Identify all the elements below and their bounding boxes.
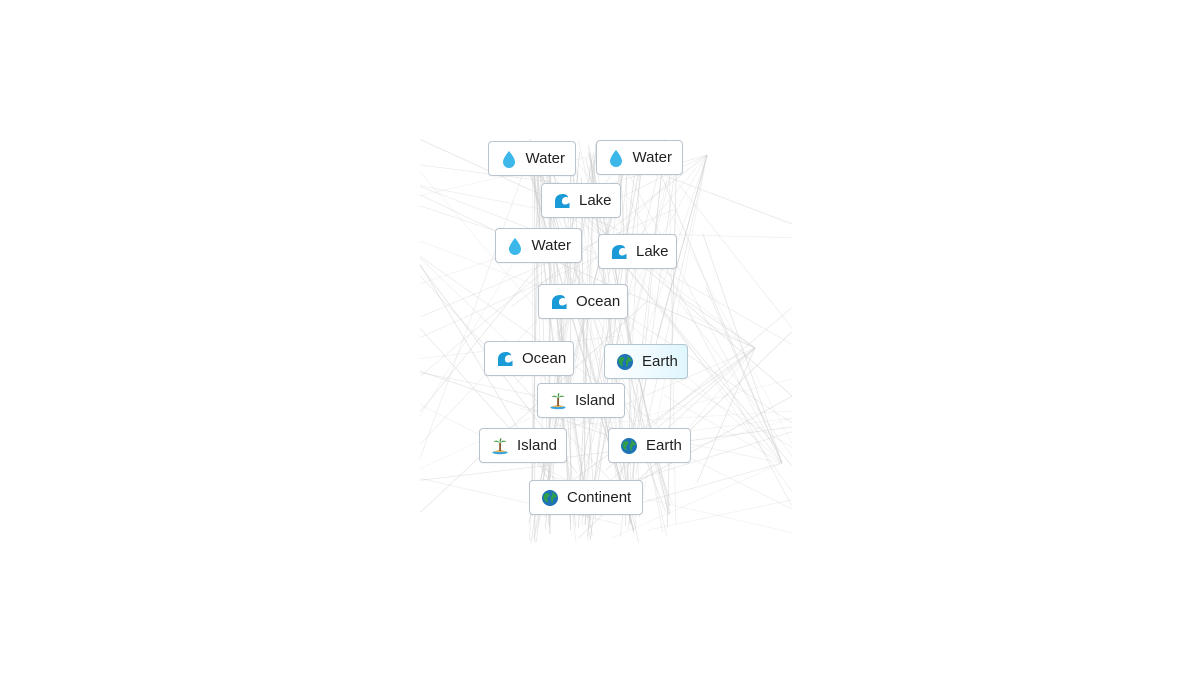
wave-icon	[496, 350, 514, 368]
element-label: Water	[531, 237, 571, 254]
element-node-lake[interactable]: Lake	[541, 183, 621, 218]
craft-canvas[interactable]: Water Water Lake Water Lake Ocean Ocean …	[0, 0, 1200, 675]
element-node-water[interactable]: Water	[495, 228, 582, 263]
connection-line	[644, 378, 792, 417]
water-drop-icon	[500, 150, 518, 168]
element-label: Ocean	[522, 350, 567, 367]
water-drop-icon	[608, 149, 625, 167]
element-node-water[interactable]: Water	[596, 140, 683, 175]
element-label: Continent	[567, 489, 632, 506]
connection-line	[420, 464, 548, 481]
element-node-ocean[interactable]: Ocean	[484, 341, 574, 376]
connection-line	[420, 147, 533, 459]
element-node-ocean[interactable]: Ocean	[538, 284, 628, 319]
wave-icon	[553, 192, 571, 210]
element-label: Earth	[646, 437, 682, 454]
element-node-island[interactable]: Island	[537, 383, 625, 418]
element-label: Lake	[636, 243, 669, 260]
element-node-island[interactable]: Island	[479, 428, 567, 463]
globe-icon	[541, 489, 559, 507]
element-node-water[interactable]: Water	[488, 141, 576, 176]
element-node-lake[interactable]: Lake	[598, 234, 677, 269]
element-label: Island	[575, 392, 616, 409]
globe-icon	[620, 437, 638, 455]
globe-icon	[616, 353, 634, 371]
water-drop-icon	[507, 237, 524, 255]
element-node-earth[interactable]: Earth	[608, 428, 691, 463]
wave-icon	[550, 293, 568, 311]
palm-island-icon	[491, 437, 509, 455]
element-node-continent[interactable]: Continent	[529, 480, 643, 515]
element-label: Water	[525, 150, 565, 167]
connection-line	[668, 176, 792, 225]
element-label: Island	[517, 437, 558, 454]
element-label: Earth	[642, 353, 678, 370]
wave-icon	[610, 243, 628, 261]
connection-line	[702, 233, 783, 464]
element-label: Ocean	[576, 293, 621, 310]
element-node-earth-highlighted[interactable]: Earth	[604, 344, 688, 379]
element-label: Lake	[579, 192, 612, 209]
element-label: Water	[632, 149, 672, 166]
palm-island-icon	[549, 392, 567, 410]
